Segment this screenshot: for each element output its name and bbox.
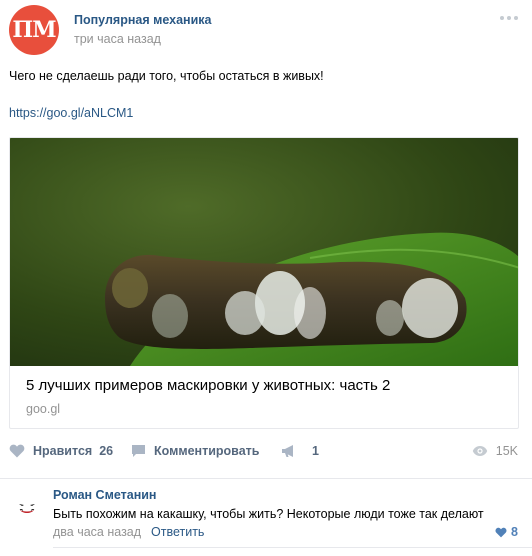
- comment-divider: [53, 547, 532, 548]
- share-count: 1: [312, 444, 319, 458]
- comment-time[interactable]: два часа назад: [53, 525, 141, 539]
- like-label: Нравится: [33, 444, 93, 458]
- comment-label: Комментировать: [154, 444, 260, 458]
- community-avatar[interactable]: ПМ: [9, 5, 59, 55]
- like-button[interactable]: Нравится 26: [9, 444, 113, 458]
- comment-avatar[interactable]: [13, 493, 41, 521]
- link-card[interactable]: 5 лучших примеров маскировки у животных:…: [9, 137, 519, 429]
- more-icon[interactable]: [500, 16, 518, 22]
- reply-button[interactable]: Ответить: [151, 525, 204, 539]
- comment-button[interactable]: Комментировать: [131, 444, 259, 458]
- comment-author-link[interactable]: Роман Сметанин: [53, 488, 156, 502]
- avatar-logo-text: ПМ: [12, 17, 56, 43]
- post-text: Чего не сделаешь ради того, чтобы остать…: [9, 69, 324, 83]
- post-time[interactable]: три часа назад: [74, 32, 161, 46]
- views-counter: 15K: [472, 444, 518, 458]
- views-count: 15K: [495, 444, 518, 458]
- heart-icon: [495, 527, 507, 537]
- card-image[interactable]: [10, 138, 518, 366]
- share-button[interactable]: 1: [281, 444, 319, 458]
- divider: [0, 478, 532, 479]
- card-domain: goo.gl: [26, 402, 61, 416]
- joker-avatar-icon: [13, 493, 41, 521]
- like-count: 26: [99, 444, 114, 458]
- comment-like-count: 8: [511, 525, 518, 539]
- comment-text: Быть похожим на какашку, чтобы жить? Нек…: [53, 507, 484, 521]
- heart-icon: [9, 444, 25, 458]
- post-author-link[interactable]: Популярная механика: [74, 13, 211, 27]
- comment-icon: [132, 445, 145, 457]
- card-title[interactable]: 5 лучших примеров маскировки у животных:…: [26, 377, 390, 394]
- post-actions: Нравится 26 Комментировать 1 15K: [0, 440, 532, 466]
- post: ПМ Популярная механика три часа назад Че…: [0, 0, 532, 556]
- comment-like-button[interactable]: 8: [495, 525, 518, 539]
- caterpillar-photo: [10, 138, 518, 366]
- post-url-link[interactable]: https://goo.gl/aNLCM1: [9, 106, 133, 120]
- eye-icon: [472, 446, 487, 456]
- megaphone-icon: [282, 445, 293, 457]
